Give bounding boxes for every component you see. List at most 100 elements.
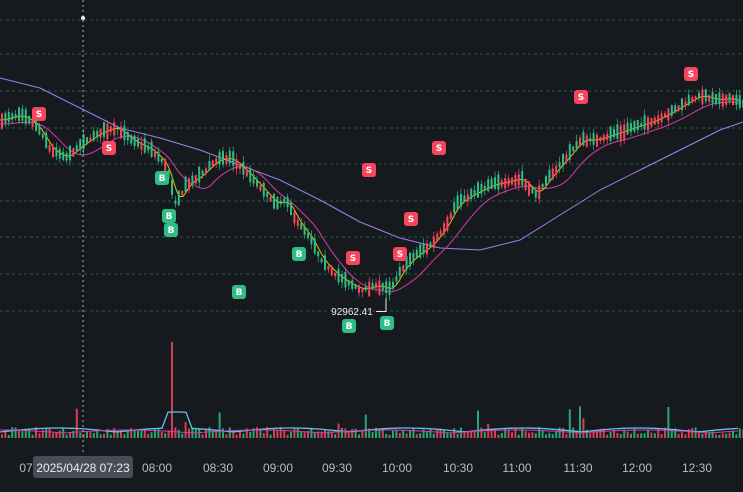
volume-bar: [123, 434, 126, 438]
candle-body: [307, 233, 309, 238]
volume-bar: [283, 431, 286, 438]
x-tick-label: 12:30: [682, 461, 712, 475]
volume-bar: [310, 428, 313, 438]
sell-signal-marker: S: [346, 251, 360, 265]
volume-bar: [232, 432, 235, 438]
candle-body: [636, 119, 639, 131]
candle-body: [194, 175, 197, 184]
candle-body: [602, 135, 605, 141]
candle-body: [92, 131, 95, 141]
candle-body: [208, 161, 211, 171]
candles: [1, 85, 743, 301]
volume-bar: [303, 432, 306, 438]
candle-body: [262, 182, 265, 197]
volume-bar: [41, 429, 44, 438]
candle-body: [609, 126, 612, 141]
candle-body: [320, 258, 323, 263]
volume-bar: [286, 434, 289, 438]
candle-body: [337, 268, 340, 283]
marker-label: S: [350, 254, 356, 264]
candle-body: [65, 152, 68, 161]
volume-bar: [432, 433, 435, 438]
candle-body: [21, 108, 24, 121]
candle-body: [738, 95, 741, 108]
candle-body: [181, 190, 184, 196]
sell-signal-marker: S: [32, 107, 46, 121]
crosshair-time-label: 2025/04/28 07:23: [33, 456, 133, 478]
volume-bar: [715, 434, 717, 438]
volume-bar: [405, 433, 408, 438]
candle-body: [14, 114, 17, 118]
volume-bar: [429, 429, 432, 438]
candle-body: [426, 243, 428, 255]
volume-bar: [653, 433, 656, 438]
candle-body: [116, 126, 119, 130]
candle-body: [585, 135, 588, 147]
candle-body: [589, 138, 592, 142]
volume-bar: [351, 429, 354, 438]
candle-body: [439, 230, 442, 235]
candle-body: [11, 113, 14, 120]
candle-body: [446, 216, 449, 231]
candle-body: [327, 266, 330, 270]
candle-body: [497, 174, 500, 190]
candle-body: [371, 282, 374, 289]
volume-bar: [398, 432, 401, 438]
candle-body: [548, 169, 551, 183]
chart-canvas[interactable]: BSBBSBBBSBSBSSSSS92962.410708:0008:3009:…: [0, 0, 743, 492]
candle-body: [388, 281, 391, 295]
candle-body: [225, 155, 228, 164]
volume-bar: [21, 431, 24, 438]
candle-body: [517, 174, 520, 186]
marker-label: S: [106, 144, 112, 154]
candle-body: [38, 124, 41, 135]
candle-body: [395, 276, 398, 282]
candle-body: [545, 176, 547, 186]
candlestick-chart[interactable]: BSBBSBBBSBSBSSSSS92962.410708:0008:3009:…: [0, 0, 743, 492]
candle-body: [7, 112, 10, 123]
ma-fast-line: [0, 95, 742, 290]
volume-bar: [466, 431, 469, 438]
volume-bar: [52, 433, 54, 438]
volume-bar: [735, 434, 738, 438]
candle-body: [147, 145, 150, 151]
volume-bar: [701, 433, 704, 438]
candle-body: [109, 126, 112, 133]
candle-body: [45, 132, 48, 149]
volume-bar: [473, 431, 476, 438]
candle-body: [86, 137, 88, 144]
sell-signal-marker: S: [574, 90, 588, 104]
volume-bar: [334, 434, 337, 438]
candle-body: [480, 183, 483, 194]
sell-signal-marker: S: [393, 247, 407, 261]
volume-bar: [514, 427, 517, 438]
candle-body: [477, 182, 479, 198]
buy-signal-marker: B: [380, 316, 394, 330]
volume-bar: [395, 429, 398, 438]
x-tick-label: 09:30: [322, 461, 352, 475]
volume-bar: [324, 429, 326, 438]
volume-bar: [205, 429, 207, 438]
volume-bar: [534, 433, 537, 438]
candle-body: [643, 115, 646, 130]
candle-body: [531, 187, 534, 194]
volume-bar: [640, 433, 643, 438]
volume-bar: [171, 342, 173, 438]
low-price-label: 92962.41: [331, 307, 373, 318]
volume-bar: [446, 432, 449, 438]
moving-averages: [0, 77, 743, 293]
marker-label: B: [236, 288, 243, 298]
candle-body: [640, 123, 643, 127]
candle-body: [528, 181, 530, 196]
candle-body: [633, 120, 636, 132]
candle-body: [415, 249, 418, 258]
volume-bar: [606, 434, 609, 438]
volume-bar: [426, 431, 428, 438]
volume-bar: [449, 433, 452, 438]
candle-body: [483, 185, 486, 190]
sell-signal-marker: S: [404, 212, 418, 226]
volume-bar: [528, 432, 530, 438]
volume-bar: [630, 433, 632, 438]
volume-bar: [256, 427, 258, 438]
volume-bar: [691, 428, 694, 438]
